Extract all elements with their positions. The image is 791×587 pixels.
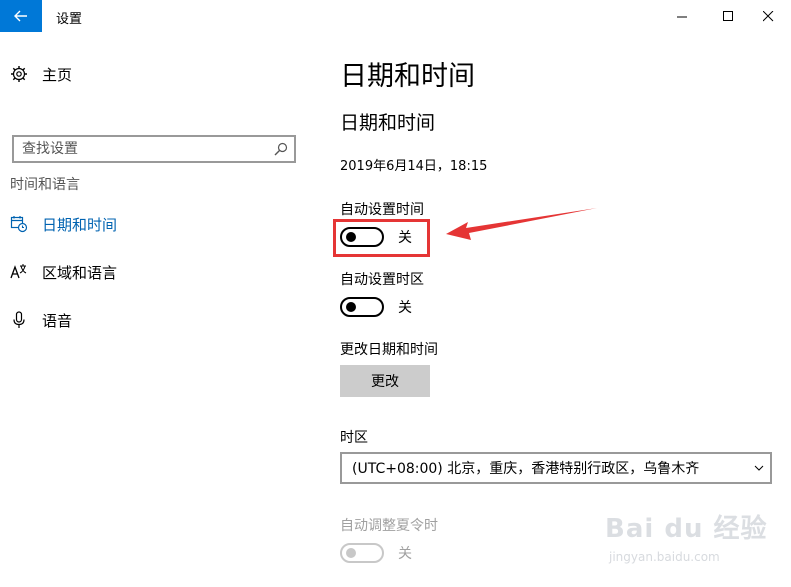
dst-toggle	[340, 543, 384, 563]
sidebar-section-heading: 时间和语言	[10, 177, 80, 193]
search-input[interactable]	[22, 139, 262, 159]
auto-timezone-row: 关	[340, 297, 412, 317]
auto-timezone-state: 关	[398, 300, 412, 316]
current-datetime: 2019年6月14日，18:15	[340, 159, 488, 174]
highlight-box	[333, 219, 430, 257]
title-bar: 设置	[0, 0, 791, 32]
change-datetime-button[interactable]: 更改	[340, 365, 430, 397]
sidebar-item-label: 日期和时间	[42, 215, 118, 234]
chevron-down-icon	[754, 465, 764, 471]
sidebar-home-label: 主页	[42, 65, 73, 84]
search-box[interactable]	[12, 135, 296, 163]
timezone-value: (UTC+08:00) 北京，重庆，香港特别行政区，乌鲁木齐	[352, 461, 700, 477]
dst-row: 关	[340, 543, 412, 563]
maximize-icon	[722, 10, 733, 21]
minimize-icon	[676, 16, 687, 17]
sidebar-item-label: 区域和语言	[42, 263, 118, 282]
toggle-knob	[346, 302, 356, 312]
sidebar-item-label: 语音	[42, 311, 73, 330]
search-icon	[274, 142, 288, 156]
close-icon	[762, 10, 773, 21]
sidebar-item-region-language[interactable]: 区域和语言	[10, 260, 290, 284]
dst-label: 自动调整夏令时	[340, 518, 438, 534]
watermark-brand: Bai du 经验	[605, 514, 768, 544]
toggle-knob	[346, 548, 356, 558]
annotation-arrow	[446, 208, 597, 240]
language-icon	[10, 264, 27, 279]
back-button[interactable]	[0, 0, 42, 32]
sidebar-item-home[interactable]: 主页	[10, 62, 72, 86]
sidebar: 主页 时间和语言 日期和时间 区域和语言 语音	[0, 32, 310, 587]
page-title: 日期和时间	[340, 61, 475, 92]
watermark-site: jingyan.baidu.com	[609, 550, 720, 564]
close-button[interactable]	[745, 0, 791, 32]
auto-time-label: 自动设置时间	[340, 202, 424, 218]
window-title: 设置	[56, 12, 83, 27]
sidebar-item-speech[interactable]: 语音	[10, 308, 290, 332]
auto-timezone-label: 自动设置时区	[340, 272, 424, 288]
auto-timezone-toggle[interactable]	[340, 297, 384, 317]
sidebar-item-date-time[interactable]: 日期和时间	[10, 212, 290, 236]
baidu-watermark-logo: Bai du 经验 jingyan.baidu.com	[605, 508, 767, 578]
calendar-clock-icon	[10, 216, 28, 233]
timezone-dropdown[interactable]: (UTC+08:00) 北京，重庆，香港特别行政区，乌鲁木齐	[340, 452, 772, 484]
timezone-label: 时区	[340, 430, 368, 446]
microphone-icon	[13, 311, 25, 328]
dst-state: 关	[398, 546, 412, 562]
minimize-button[interactable]	[659, 0, 705, 32]
section-title: 日期和时间	[340, 112, 436, 134]
gear-icon	[11, 66, 27, 82]
change-datetime-label: 更改日期和时间	[340, 342, 438, 358]
arrow-left-icon	[14, 10, 27, 22]
